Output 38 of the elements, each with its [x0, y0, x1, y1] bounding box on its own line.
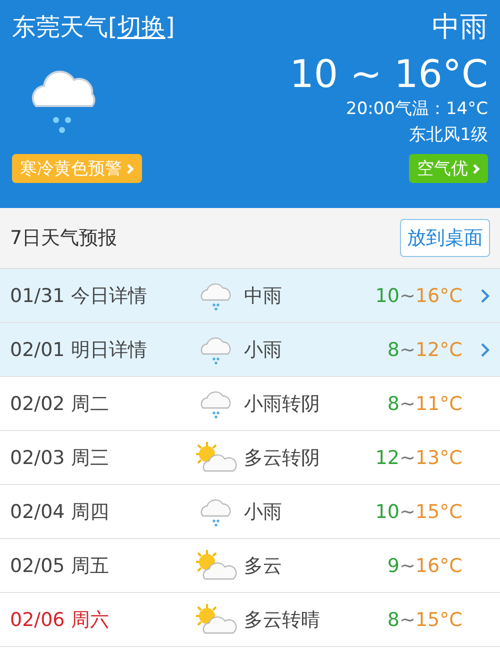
chevron-right-icon: [480, 342, 490, 358]
city-title: 东莞天气: [12, 12, 108, 43]
weather-text: 中雨: [244, 284, 284, 308]
temperature-range: 10~16°C: [374, 284, 462, 306]
date-text: 02/01 明日详情: [10, 338, 148, 362]
temperature-range: 8~11°C: [386, 392, 462, 414]
date-text: 02/06 周六: [10, 608, 110, 632]
weather-condition: 中雨: [432, 9, 488, 45]
current-temperature: 20:00气温：14°C: [346, 98, 488, 121]
date-text: 01/31 今日详情: [10, 284, 148, 308]
date-text: 02/02 周二: [10, 392, 110, 416]
temperature-range: 10 ~ 16°C: [290, 52, 488, 96]
temperature-range: 10~15°C: [374, 500, 462, 522]
add-to-desktop-button[interactable]: 放到桌面: [400, 219, 490, 257]
chevron-right-icon: [126, 162, 134, 174]
bracket-text: ]: [165, 13, 175, 41]
chevron-right-icon: [472, 162, 480, 174]
chevron-right-icon: [480, 288, 490, 304]
temperature-range: 9~16°C: [386, 554, 462, 576]
switch-city-link[interactable]: 切换: [117, 11, 166, 43]
date-text: 02/03 周三: [10, 446, 110, 470]
temperature-range: 8~15°C: [386, 608, 462, 630]
weather-text: 多云转阴: [244, 446, 322, 470]
forecast-row[interactable]: 02/01 明日详情 小雨 8~12°C: [0, 323, 500, 377]
date-text: 02/05 周五: [10, 554, 110, 578]
temperature-range: 8~12°C: [386, 338, 462, 360]
forecast-row[interactable]: 01/31 今日详情 中雨 10~16°C: [0, 269, 500, 323]
weather-text: 多云转晴: [244, 608, 322, 632]
air-quality-button[interactable]: 空气优: [409, 154, 488, 183]
weather-text: 小雨转阴: [244, 392, 322, 416]
bracket-text: [: [108, 13, 118, 41]
wind-text: 东北风1级: [409, 124, 488, 147]
weather-text: 多云: [244, 554, 284, 578]
forecast-title: 7日天气预报: [10, 226, 118, 251]
weather-text: 小雨: [244, 338, 284, 362]
temperature-range: 12~13°C: [374, 446, 462, 468]
date-text: 02/04 周四: [10, 500, 110, 524]
weather-text: 小雨: [244, 500, 284, 524]
